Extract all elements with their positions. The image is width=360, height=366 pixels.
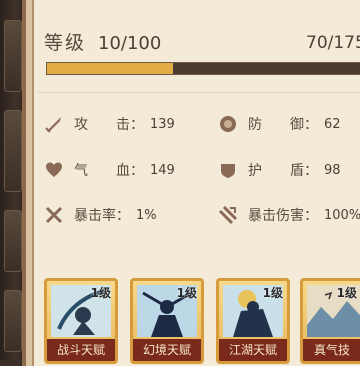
stat-shield-label: 护 盾： bbox=[248, 163, 318, 179]
talent-level-badge: 1级 bbox=[262, 286, 283, 300]
stat-attack-value: 139 bbox=[150, 116, 175, 132]
stat-crit-rate-value: 1% bbox=[136, 207, 157, 223]
sword-icon bbox=[44, 114, 64, 134]
talent-name: 幻境天赋 bbox=[133, 339, 201, 361]
stat-crit-rate: 暴击率： 1% bbox=[44, 203, 157, 227]
exp-progress-fill bbox=[47, 63, 173, 74]
stat-hp: 气 血： 149 bbox=[44, 158, 175, 182]
talent-name: 真气技 bbox=[303, 339, 360, 361]
stat-crit-damage-value: 100% bbox=[324, 207, 360, 223]
armor-icon bbox=[218, 160, 238, 180]
stat-shield: 护 盾： 98 bbox=[218, 158, 341, 182]
side-segment bbox=[4, 210, 22, 272]
exp-value: 70/175 bbox=[306, 33, 360, 53]
stat-attack: 攻 击： 139 bbox=[44, 112, 175, 136]
side-segment bbox=[4, 20, 22, 92]
talent-level-badge: 1级 bbox=[90, 286, 111, 300]
stat-defense-value: 62 bbox=[324, 116, 341, 132]
stat-crit-damage-label: 暴击伤害： bbox=[248, 208, 318, 224]
crossed-swords-icon bbox=[44, 205, 64, 225]
level-label: 等级 bbox=[44, 32, 87, 54]
stat-attack-label: 攻 击： bbox=[74, 117, 144, 133]
crit-damage-icon bbox=[218, 205, 238, 225]
stat-crit-rate-label: 暴击率： bbox=[74, 208, 130, 224]
stat-defense-label: 防 御： bbox=[248, 117, 318, 133]
talent-level-badge: 1级 bbox=[176, 286, 197, 300]
side-segment bbox=[4, 290, 22, 352]
heart-icon bbox=[44, 160, 64, 180]
stat-hp-value: 149 bbox=[150, 162, 175, 178]
stat-defense: 防 御： 62 bbox=[218, 112, 341, 136]
talent-card-illusion[interactable]: 1级 幻境天赋 bbox=[130, 278, 204, 364]
stat-shield-value: 98 bbox=[324, 162, 341, 178]
talent-name: 江湖天赋 bbox=[219, 339, 287, 361]
divider bbox=[38, 92, 360, 93]
stat-crit-damage: 暴击伤害： 100% bbox=[218, 203, 360, 227]
talent-card-qi[interactable]: 1级 真气技 bbox=[300, 278, 360, 364]
stat-hp-label: 气 血： bbox=[74, 163, 144, 179]
side-segment bbox=[4, 110, 22, 192]
level-value: 10/100 bbox=[98, 33, 162, 54]
talent-card-battle[interactable]: 1级 战斗天赋 bbox=[44, 278, 118, 364]
talent-name: 战斗天赋 bbox=[47, 339, 115, 361]
exp-progress-bar bbox=[46, 62, 360, 75]
shield-icon bbox=[218, 114, 238, 134]
talent-level-badge: 1级 bbox=[336, 286, 357, 300]
talent-card-jianghu[interactable]: 1级 江湖天赋 bbox=[216, 278, 290, 364]
